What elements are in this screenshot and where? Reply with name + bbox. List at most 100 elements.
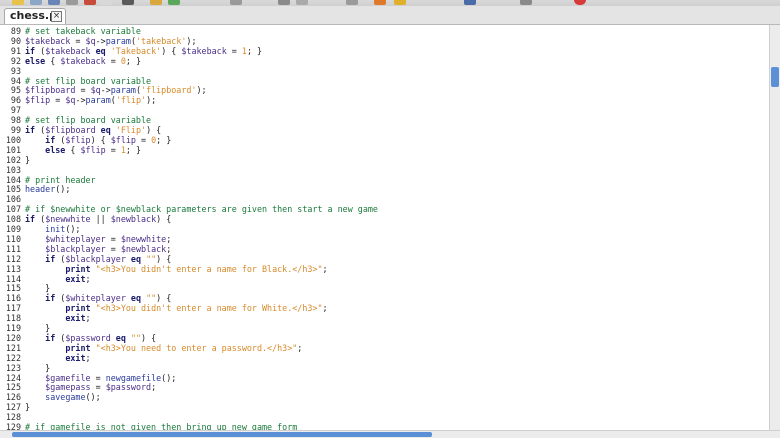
line-code: # set flip board variable: [25, 115, 152, 126]
line-number: 92: [10, 55, 21, 66]
line-number: 127: [5, 402, 21, 413]
goto-icon[interactable]: [296, 0, 308, 5]
line-number: 109: [5, 224, 21, 234]
horizontal-scrollbar[interactable]: [0, 430, 780, 438]
line-number: 114: [5, 273, 21, 284]
code-line: 129 # if gamefile is not given then bring…: [0, 422, 769, 430]
run-icon[interactable]: [374, 0, 386, 5]
code-line: 95 $flipboard = $q->param('flipboard');: [0, 85, 769, 95]
horizontal-scroll-thumb[interactable]: [12, 432, 432, 437]
code-line: 116 if ($whiteplayer eq "") {: [0, 293, 769, 303]
code-line: 127}: [0, 402, 769, 412]
line-code: }: [25, 362, 51, 373]
line-number: 104: [5, 174, 21, 185]
tab-chess-pl[interactable]: chess.pl ×: [4, 8, 66, 24]
code-line: 125 $gamepass = $password;: [0, 382, 769, 392]
line-code: if ($flip) { $flip = 0; }: [45, 134, 172, 145]
line-number: 93: [10, 65, 21, 76]
line-code: $takeback = $q->param('takeback');: [25, 35, 197, 46]
line-code: # if gamefile is not given then bring up…: [25, 422, 298, 430]
settings-icon[interactable]: [520, 0, 532, 5]
line-code: if ($whiteplayer eq "") {: [45, 293, 172, 304]
code-line: 101 else { $flip = 1; }: [0, 145, 769, 155]
code-line: 92 else { $takeback = 0; }: [0, 56, 769, 66]
line-number: 102: [5, 154, 21, 165]
paste-icon[interactable]: [168, 0, 180, 5]
line-code: else { $flip = 1; }: [45, 144, 142, 155]
line-code: if ($newwhite || $newblack) {: [25, 214, 172, 225]
line-number: 98: [10, 115, 21, 126]
line-number: 123: [5, 362, 21, 373]
code-line: 108 if ($newwhite || $newblack) {: [0, 214, 769, 224]
line-number: 97: [10, 105, 21, 116]
code-line: 112 if ($blackplayer eq "") {: [0, 254, 769, 264]
line-number: 96: [10, 95, 21, 106]
line-number: 95: [10, 85, 21, 96]
code-line: 126 savegame();: [0, 392, 769, 402]
code-line: 94 # set flip board variable: [0, 76, 769, 86]
copy-icon[interactable]: [150, 0, 162, 5]
line-number: 112: [5, 253, 21, 264]
save-icon[interactable]: [48, 0, 60, 5]
tab-close-icon[interactable]: ×: [51, 11, 62, 22]
line-code: if ($takeback eq 'Takeback') { $takeback…: [25, 45, 263, 56]
code-line: 117 print "<h3>You didn't enter a name f…: [0, 303, 769, 313]
code-line: 90 $takeback = $q->param('takeback');: [0, 36, 769, 46]
line-code: }: [25, 283, 51, 294]
line-number: 113: [5, 263, 21, 274]
find-icon[interactable]: [230, 0, 242, 5]
vertical-scrollbar[interactable]: [769, 25, 780, 430]
undo-icon[interactable]: [84, 0, 96, 5]
cut-icon[interactable]: [122, 0, 134, 5]
line-number: 122: [5, 352, 21, 363]
code-line: 97: [0, 105, 769, 115]
redo-icon[interactable]: [100, 0, 112, 5]
code-line: 128: [0, 412, 769, 422]
line-number: 119: [5, 323, 21, 333]
line-number: 124: [5, 372, 21, 383]
line-code: # if $newwhite or $newblack parameters a…: [25, 204, 378, 215]
line-code: }: [25, 402, 31, 413]
replace-icon[interactable]: [278, 0, 290, 5]
code-line: 91 if ($takeback eq 'Takeback') { $takeba…: [0, 46, 769, 56]
print-icon[interactable]: [66, 0, 78, 5]
code-line: 98 # set flip board variable: [0, 115, 769, 125]
bracket-icon[interactable]: [464, 0, 476, 5]
bookmark-icon[interactable]: [346, 0, 358, 5]
line-code: print "<h3>You didn't enter a name for W…: [65, 303, 328, 314]
code-line: 120 if ($password eq "") {: [0, 333, 769, 343]
line-code: if ($blackplayer eq "") {: [45, 253, 172, 264]
open-icon[interactable]: [30, 0, 42, 5]
vertical-scroll-thumb[interactable]: [771, 67, 779, 87]
line-number: 116: [5, 293, 21, 304]
line-code: print "<h3>You didn't enter a name for B…: [65, 263, 328, 274]
stop-icon[interactable]: [394, 0, 406, 5]
code-line: 111 $blackplayer = $newblack;: [0, 244, 769, 254]
line-number: 126: [5, 392, 21, 403]
code-line: 113 print "<h3>You didn't enter a name f…: [0, 264, 769, 274]
code-line: 115 }: [0, 283, 769, 293]
line-number: 110: [5, 233, 21, 244]
line-code: if ($flipboard eq 'Flip') {: [25, 125, 162, 135]
line-number: 108: [5, 214, 21, 225]
code-line: 106: [0, 194, 769, 204]
code-line: 103: [0, 165, 769, 175]
code-line: 119 }: [0, 323, 769, 333]
line-number: 118: [5, 313, 21, 324]
line-number: 94: [10, 75, 21, 86]
line-number: 111: [5, 243, 21, 254]
line-number: 99: [10, 125, 21, 135]
line-code: else { $takeback = 0; }: [25, 55, 142, 66]
code-editor[interactable]: 89 # set takeback variable 90 $takeback = $…: [0, 25, 769, 430]
code-line: 93: [0, 66, 769, 76]
new-file-icon[interactable]: [12, 0, 24, 5]
line-code: # set takeback variable: [25, 26, 141, 36]
code-line: 107 # if $newwhite or $newblack parameter…: [0, 204, 769, 214]
line-number: 103: [5, 164, 21, 175]
code-line: 89 # set takeback variable: [0, 26, 769, 36]
code-line: 124 $gamefile = newgamefile();: [0, 373, 769, 383]
close-icon[interactable]: [574, 0, 586, 5]
line-number: 129: [5, 422, 21, 430]
line-code: exit;: [65, 352, 91, 363]
line-code: $flipboard = $q->param('flipboard');: [25, 85, 207, 96]
